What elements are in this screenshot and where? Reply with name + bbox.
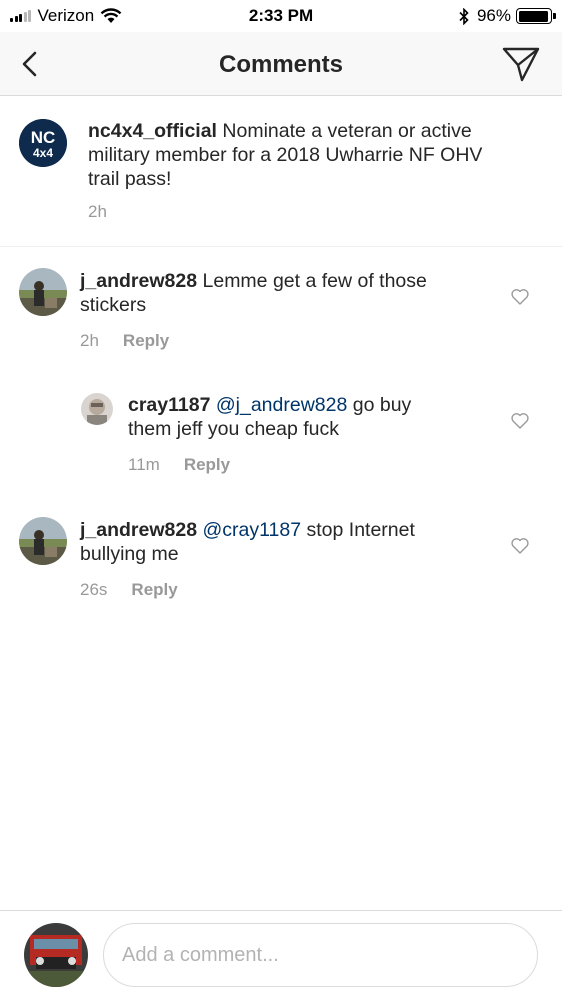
reply-button[interactable]: Reply <box>123 331 169 351</box>
timestamp: 2h <box>88 202 107 221</box>
nav-bar: Comments <box>0 32 562 96</box>
comment-input[interactable] <box>103 923 538 987</box>
username[interactable]: nc4x4_official <box>88 120 217 142</box>
comment-item: j_andrew828 Lemme get a few of those sti… <box>0 247 562 367</box>
comment-reply-item: cray1187 @j_andrew828 go buy them jeff y… <box>0 371 562 491</box>
heart-icon[interactable] <box>510 287 530 307</box>
user-photo-icon <box>81 393 113 425</box>
current-user-avatar[interactable] <box>24 923 88 987</box>
comment-meta: 11m Reply <box>128 455 230 475</box>
comment-text: j_andrew828 Lemme get a few of those sti… <box>80 269 480 317</box>
page-title: Comments <box>218 51 344 78</box>
nc4x4-logo-icon: NC 4x4 <box>19 119 67 167</box>
comment-text: cray1187 @j_andrew828 go buy them jeff y… <box>128 393 458 441</box>
reply-button[interactable]: Reply <box>131 580 177 600</box>
heart-icon[interactable] <box>510 536 530 556</box>
logo-text-top: NC <box>31 128 56 147</box>
battery-fill <box>518 10 549 22</box>
avatar[interactable] <box>19 517 67 565</box>
user-photo-icon <box>24 923 88 987</box>
avatar[interactable] <box>81 393 113 425</box>
timestamp: 26s <box>80 580 108 599</box>
avatar[interactable]: NC 4x4 <box>19 119 67 167</box>
mention-link[interactable]: @j_andrew828 <box>216 394 347 416</box>
avatar[interactable] <box>19 268 67 316</box>
timestamp: 2h <box>80 331 99 350</box>
timestamp: 11m <box>128 455 160 474</box>
comment-item: j_andrew828 @cray1187 stop Internet bull… <box>0 496 562 616</box>
bluetooth-icon <box>459 7 469 25</box>
comment-text: j_andrew828 @cray1187 stop Internet bull… <box>80 518 480 566</box>
status-bar: Verizon 2:33 PM 96% <box>0 0 562 32</box>
comment-input-bar <box>0 910 562 1000</box>
user-photo-icon <box>19 268 67 316</box>
logo-text-bottom: 4x4 <box>33 146 53 160</box>
username[interactable]: j_andrew828 <box>80 270 197 292</box>
caption-meta: 2h <box>88 202 107 222</box>
battery-tip <box>553 13 556 19</box>
mention-link[interactable]: @cray1187 <box>203 519 302 541</box>
username[interactable]: j_andrew828 <box>80 519 197 541</box>
user-photo-icon <box>19 517 67 565</box>
username[interactable]: cray1187 <box>128 394 210 416</box>
battery-percent: 96% <box>476 6 511 25</box>
paper-plane-icon[interactable] <box>502 46 540 82</box>
caption-text: nc4x4_official Nominate a veteran or act… <box>88 119 488 191</box>
comment-meta: 2h Reply <box>80 331 169 351</box>
post-caption: NC 4x4 nc4x4_official Nominate a veteran… <box>0 97 562 247</box>
comment-meta: 26s Reply <box>80 580 178 600</box>
status-right: 96% <box>459 6 556 26</box>
reply-button[interactable]: Reply <box>184 455 230 475</box>
heart-icon[interactable] <box>510 411 530 431</box>
battery-icon <box>516 8 556 24</box>
